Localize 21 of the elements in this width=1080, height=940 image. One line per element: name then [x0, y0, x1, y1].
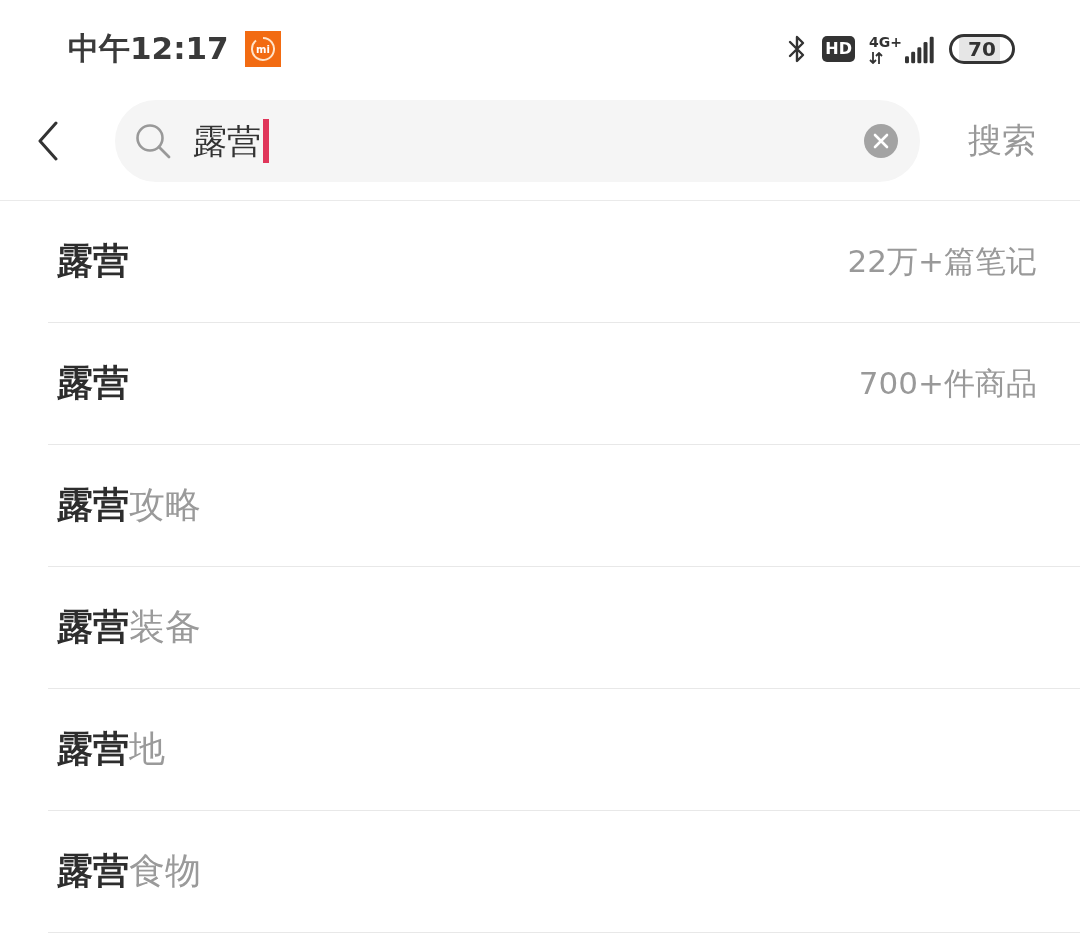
search-query-text: 露营	[193, 120, 261, 163]
network-type-text: 4G+	[869, 34, 902, 50]
app-notification-icon: mi	[244, 31, 281, 67]
signal-bars-icon	[905, 36, 935, 64]
text-cursor	[263, 119, 269, 163]
suggestion-text[interactable]: 露营地	[57, 725, 165, 774]
suggestion-text[interactable]: 露营食物	[57, 847, 201, 896]
result-count-text: 22万+篇笔记	[847, 241, 1037, 281]
suggestion-text[interactable]: 露营	[57, 359, 129, 408]
result-count-text: 700+件商品	[858, 363, 1037, 403]
suggestion-text[interactable]: 露营装备	[57, 603, 201, 652]
search-icon	[135, 123, 171, 159]
suggestion-text[interactable]: 露营攻略	[57, 481, 201, 530]
data-arrows-icon	[869, 52, 884, 64]
hd-voice-indicator: HD	[822, 36, 856, 62]
battery-indicator: 70	[949, 34, 1015, 64]
suggestion-text[interactable]: 露营	[57, 237, 129, 286]
bluetooth-icon	[788, 33, 807, 65]
search-field[interactable]: 露营	[115, 100, 920, 182]
back-chevron-icon	[37, 121, 59, 161]
status-time: 中午12:17	[68, 29, 229, 68]
